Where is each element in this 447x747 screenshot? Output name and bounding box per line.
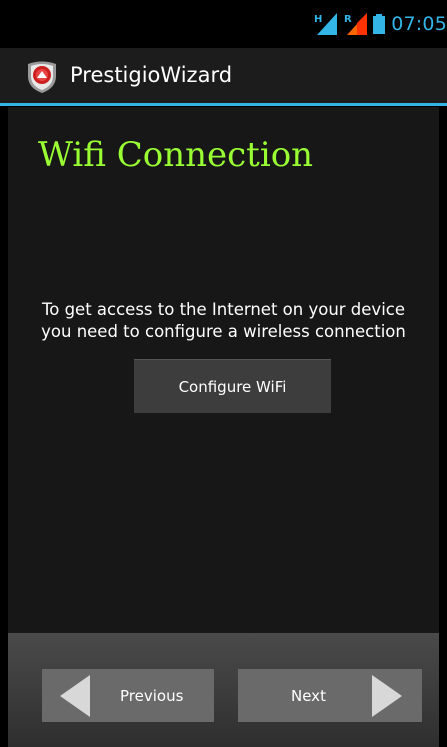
description-line-2: you need to configure a wireless connect… [41,322,406,341]
status-bar: H R 07:05 [0,0,447,48]
app-title: PrestigioWizard [70,63,233,87]
status-icons: H R 07:05 [313,12,447,36]
previous-label: Previous [120,686,184,705]
action-bar-divider [0,103,447,106]
configure-wifi-label: Configure WiFi [178,377,287,396]
description-line-1: To get access to the Internet on your de… [41,300,406,319]
next-button[interactable]: Next [238,669,422,722]
next-label: Next [291,686,326,705]
page-title: Wifi Connection [38,135,314,175]
battery-icon [373,14,386,34]
signal-r-icon: R [343,13,368,35]
previous-button[interactable]: Previous [42,669,214,722]
svg-text:R: R [344,14,352,25]
prestigio-shield-icon[interactable] [24,58,60,94]
bottom-nav-bar: Previous Next [8,633,439,747]
description-text: To get access to the Internet on your de… [8,299,439,343]
arrow-right-icon [372,675,402,717]
arrow-left-icon [60,675,90,717]
status-time: 07:05 [391,13,447,35]
signal-h-icon: H [313,13,338,35]
svg-text:H: H [314,14,322,25]
action-bar: PrestigioWizard [0,48,447,106]
configure-wifi-button[interactable]: Configure WiFi [134,359,331,413]
main-content: Wifi Connection To get access to the Int… [8,107,439,633]
